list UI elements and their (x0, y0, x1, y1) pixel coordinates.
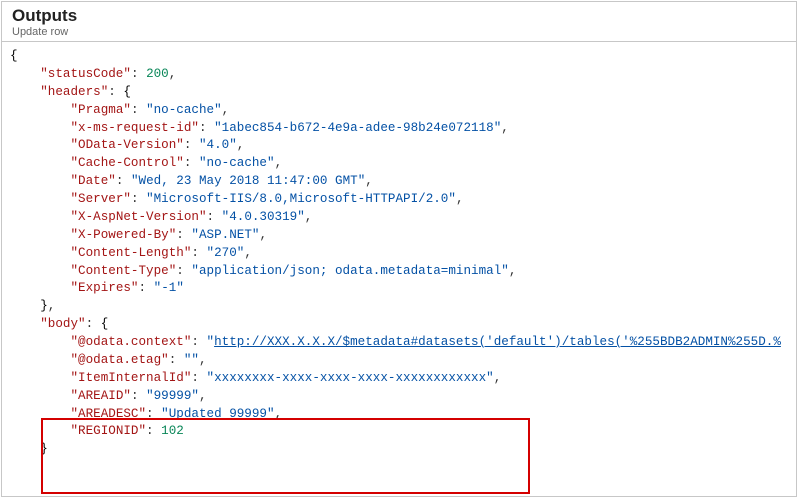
val-statusCode: 200 (146, 67, 169, 81)
val-expires: -1 (161, 281, 176, 295)
val-pragma: no-cache (154, 103, 214, 117)
panel-title: Outputs (12, 6, 786, 26)
val-cachectl: no-cache (207, 156, 267, 170)
val-odatav: 4.0 (207, 138, 230, 152)
val-poweredby: ASP.NET (199, 228, 252, 242)
val-regionid: 102 (161, 424, 184, 438)
json-output: { "statusCode": 200, "headers": { "Pragm… (2, 42, 796, 465)
panel-header: Outputs Update row (2, 2, 796, 42)
val-areaid: 99999 (154, 389, 192, 403)
val-clen: 270 (214, 246, 237, 260)
val-xmsreqid: 1abec854-b672-4e9a-adee-98b24e072118 (222, 121, 494, 135)
panel-subtitle: Update row (12, 26, 786, 38)
val-odatactx[interactable]: http://XXX.X.X.X/$metadata#datasets('def… (214, 335, 781, 349)
val-ctype: application/json; odata.metadata=minimal (199, 264, 501, 278)
val-server: Microsoft-IIS/8.0,Microsoft-HTTPAPI/2.0 (154, 192, 449, 206)
val-areadesc: Updated 99999 (169, 407, 267, 421)
val-date: Wed, 23 May 2018 11:47:00 GMT (139, 174, 358, 188)
outputs-panel: Outputs Update row { "statusCode": 200, … (1, 1, 797, 497)
val-iteminternalid: xxxxxxxx-xxxx-xxxx-xxxx-xxxxxxxxxxxx (214, 371, 486, 385)
val-aspnetv: 4.0.30319 (229, 210, 297, 224)
